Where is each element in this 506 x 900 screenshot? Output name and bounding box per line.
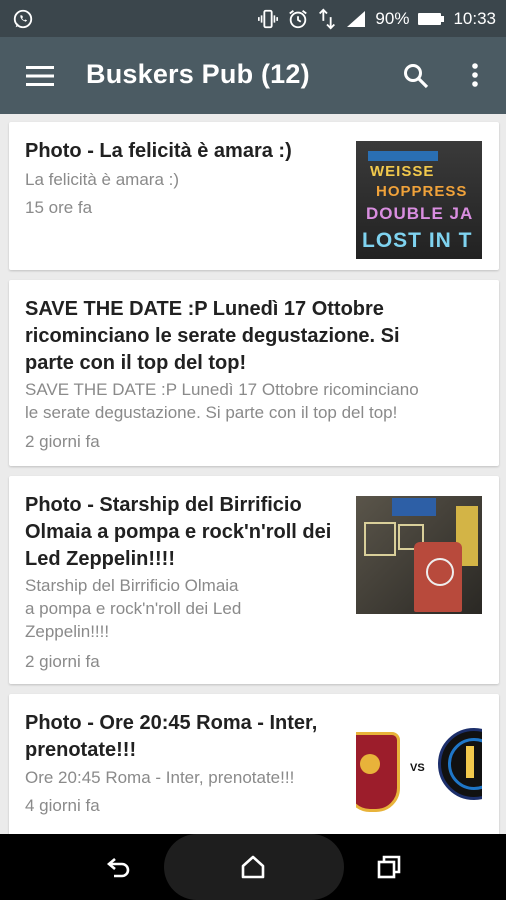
feed-item-title: Photo - La felicità è amara :)	[25, 140, 292, 162]
menu-icon[interactable]	[26, 65, 54, 92]
battery-icon	[417, 11, 445, 27]
feed-item-title: Photo - Ore 20:45 Roma - Inter, prenotat…	[25, 712, 318, 761]
feed-item-description: Starship del Birrificio Olmaia a pompa e…	[25, 576, 242, 641]
feed-item[interactable]: SAVE THE DATE :P Lunedì 17 Ottobre ricom…	[9, 280, 499, 466]
status-bar: 90% 10:33	[0, 0, 506, 37]
battery-level: 90%	[375, 9, 410, 28]
feed-item-time: 2 giorni fa	[25, 432, 100, 451]
search-icon[interactable]	[402, 62, 430, 95]
back-icon[interactable]	[106, 854, 132, 885]
feed-item-time: 2 giorni fa	[25, 652, 100, 671]
data-icon	[317, 8, 337, 30]
feed-item[interactable]: Photo - Starship del Birrificio Olmaia a…	[9, 476, 499, 684]
feed-item-title: Photo - Starship del Birrificio Olmaia a…	[25, 494, 332, 570]
alarm-icon	[287, 8, 309, 30]
app-title: Buskers Pub (12)	[86, 59, 310, 89]
clock: 10:33	[453, 9, 496, 28]
feed-item[interactable]: Photo - Ore 20:45 Roma - Inter, prenotat…	[9, 694, 499, 834]
feed-item-description: La felicità è amara :)	[25, 170, 180, 189]
feed-item-time: 15 ore fa	[25, 198, 93, 217]
more-vert-icon[interactable]	[470, 62, 480, 95]
feed-item-time: 4 giorni fa	[25, 796, 100, 815]
feed-item[interactable]: Photo - La felicità è amara :) La felici…	[9, 122, 499, 270]
feed-list: Photo - La felicità è amara :) La felici…	[0, 114, 506, 834]
app-bar: Buskers Pub (12)	[0, 37, 506, 114]
signal-icon	[345, 9, 367, 29]
vibrate-icon	[257, 8, 279, 30]
feed-item-description: SAVE THE DATE :P Lunedì 17 Ottobre ricom…	[25, 380, 419, 422]
feed-item-description: Ore 20:45 Roma - Inter, prenotate!!!	[25, 768, 295, 787]
feed-item-thumbnail: VS	[356, 716, 482, 826]
recents-icon[interactable]	[376, 854, 402, 885]
home-icon[interactable]	[240, 854, 266, 885]
whatsapp-icon	[12, 8, 34, 30]
feed-item-thumbnail: WEISSE HOPPRESS DOUBLE JA LOST IN T	[356, 141, 482, 259]
feed-item-thumbnail	[356, 496, 482, 614]
navigation-bar	[0, 834, 506, 900]
feed-item-title: SAVE THE DATE :P Lunedì 17 Ottobre ricom…	[25, 298, 400, 374]
